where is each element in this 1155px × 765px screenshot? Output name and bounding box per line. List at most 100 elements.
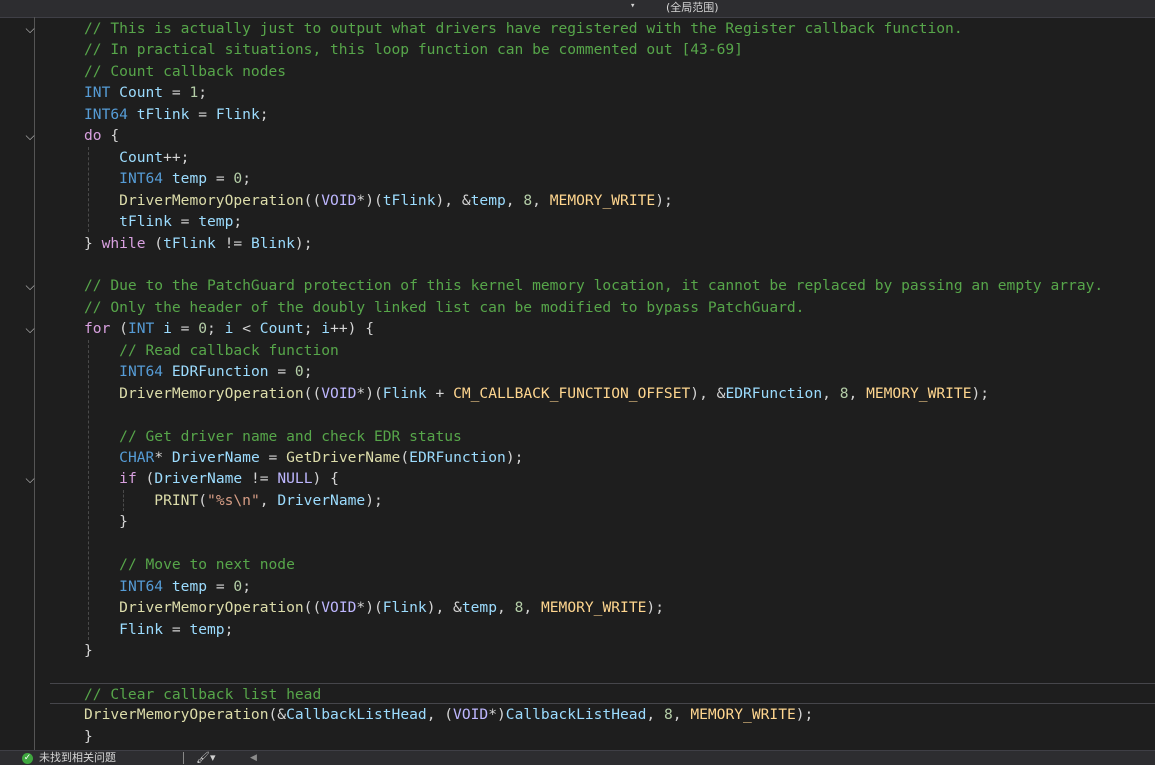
code-token: = bbox=[207, 170, 234, 188]
code-line[interactable]: // In practical situations, this loop fu… bbox=[0, 39, 1155, 60]
code-token: = bbox=[207, 577, 234, 595]
code-token: INT bbox=[127, 320, 155, 338]
code-token: 8 bbox=[523, 191, 533, 209]
code-token: // Only the header of the doubly linked … bbox=[84, 298, 805, 316]
code-text: // Only the header of the doubly linked … bbox=[84, 297, 804, 318]
code-text: } bbox=[84, 511, 128, 532]
code-line[interactable]: tFlink = temp; bbox=[0, 211, 1155, 232]
code-token: INT64 bbox=[84, 105, 128, 123]
code-line[interactable]: Flink = temp; bbox=[0, 619, 1155, 640]
code-token: , bbox=[646, 706, 664, 724]
code-line[interactable]: // Move to next node bbox=[0, 554, 1155, 575]
code-text: INT64 EDRFunction = 0; bbox=[84, 361, 313, 382]
code-token: DriverName bbox=[277, 491, 366, 509]
code-line[interactable]: INT64 tFlink = Flink; bbox=[0, 104, 1155, 125]
code-token: ; bbox=[303, 320, 322, 338]
code-line[interactable]: } bbox=[0, 726, 1155, 747]
code-line[interactable] bbox=[0, 254, 1155, 275]
code-text: INT64 temp = 0; bbox=[84, 168, 251, 189]
code-token: ; bbox=[198, 84, 208, 102]
code-line[interactable]: DriverMemoryOperation((VOID*)(tFlink), &… bbox=[0, 190, 1155, 211]
code-token: for bbox=[84, 320, 111, 338]
code-token: 0 bbox=[233, 577, 243, 595]
code-line[interactable]: if (DriverName != NULL) { bbox=[0, 468, 1155, 489]
code-line[interactable]: } bbox=[0, 640, 1155, 661]
code-token: // Move to next node bbox=[119, 556, 295, 574]
code-token: , bbox=[259, 491, 278, 509]
chevron-down-icon[interactable]: ▾ bbox=[630, 1, 635, 11]
code-token: CHAR bbox=[119, 449, 155, 466]
indent-guide bbox=[88, 146, 89, 233]
code-token: , ( bbox=[426, 706, 454, 724]
fold-toggle-icon[interactable]: ⌵ bbox=[23, 129, 37, 143]
code-line[interactable]: INT64 EDRFunction = 0; bbox=[0, 361, 1155, 382]
issues-status[interactable]: 未找到相关问题 bbox=[39, 751, 116, 765]
code-token: DriverMemoryOperation bbox=[119, 191, 304, 209]
code-line[interactable] bbox=[0, 533, 1155, 554]
code-token: MEMORY_WRITE bbox=[540, 599, 647, 617]
code-token: ; bbox=[303, 363, 313, 381]
code-line[interactable]: Count++; bbox=[0, 147, 1155, 168]
code-token: = bbox=[189, 105, 216, 123]
fold-toggle-icon[interactable]: ⌵ bbox=[23, 322, 37, 336]
code-token: // In practical situations, this loop fu… bbox=[84, 41, 743, 59]
code-line[interactable]: INT64 temp = 0; bbox=[0, 168, 1155, 189]
code-line[interactable]: // Read callback function bbox=[0, 340, 1155, 361]
code-text: Flink = temp; bbox=[84, 619, 233, 640]
code-line[interactable]: // Clear callback list head bbox=[50, 682, 1155, 705]
code-line[interactable]: INT Count = 1; bbox=[0, 82, 1155, 103]
code-line[interactable] bbox=[0, 404, 1155, 425]
code-token: VOID bbox=[321, 384, 357, 402]
brush-icon[interactable]: 🖌▾ bbox=[196, 751, 216, 765]
code-token: // This is actually just to output what … bbox=[84, 20, 963, 37]
code-line[interactable]: PRINT("%s\n", DriverName); bbox=[0, 490, 1155, 511]
code-token: , bbox=[848, 384, 867, 402]
fold-toggle-icon[interactable]: ⌵ bbox=[23, 472, 37, 486]
code-line[interactable]: // Due to the PatchGuard protection of t… bbox=[0, 275, 1155, 296]
code-token: EDRFunction bbox=[409, 449, 506, 466]
code-token: VOID bbox=[321, 191, 357, 209]
code-token: ); bbox=[294, 234, 313, 252]
code-token: } bbox=[84, 642, 93, 660]
code-line[interactable]: } while (tFlink != Blink); bbox=[0, 233, 1155, 254]
code-line[interactable]: DriverMemoryOperation((VOID*)(Flink), &t… bbox=[0, 597, 1155, 618]
code-line[interactable]: for (INT i = 0; i < Count; i++) { bbox=[0, 318, 1155, 339]
code-line[interactable]: DriverMemoryOperation((VOID*)(Flink + CM… bbox=[0, 383, 1155, 404]
code-line[interactable]: // Only the header of the doubly linked … bbox=[0, 297, 1155, 318]
code-token: EDRFunction bbox=[171, 363, 269, 381]
code-line[interactable]: // Count callback nodes bbox=[0, 61, 1155, 82]
code-line[interactable]: INT64 temp = 0; bbox=[0, 576, 1155, 597]
code-line[interactable]: } bbox=[0, 511, 1155, 532]
code-token: "%s\n" bbox=[207, 491, 260, 509]
code-token: if bbox=[119, 470, 137, 488]
code-token: + bbox=[426, 384, 454, 402]
code-token: , bbox=[523, 599, 541, 617]
code-line[interactable]: CHAR* DriverName = GetDriverName(EDRFunc… bbox=[0, 447, 1155, 468]
code-token: ; bbox=[259, 105, 269, 123]
code-text: // Read callback function bbox=[84, 340, 339, 361]
code-text: // Clear callback list head bbox=[84, 684, 321, 705]
code-token: = bbox=[171, 320, 199, 338]
code-line[interactable]: // Get driver name and check EDR status bbox=[0, 426, 1155, 447]
fold-toggle-icon[interactable]: ⌵ bbox=[23, 279, 37, 293]
chevron-left-icon[interactable]: ◀ bbox=[250, 751, 257, 765]
code-token: Blink bbox=[250, 234, 295, 252]
code-line[interactable] bbox=[0, 662, 1155, 683]
code-token: ++; bbox=[163, 148, 190, 166]
code-line[interactable]: DriverMemoryOperation(&CallbackListHead,… bbox=[0, 704, 1155, 725]
code-token: GetDriverName bbox=[286, 449, 401, 466]
code-text: // Move to next node bbox=[84, 554, 295, 575]
code-line[interactable]: do { bbox=[0, 125, 1155, 146]
code-line[interactable]: // This is actually just to output what … bbox=[0, 18, 1155, 39]
scope-dropdown[interactable]: (全局范围) bbox=[666, 0, 719, 15]
code-token: ); bbox=[505, 449, 524, 466]
fold-toggle-icon[interactable]: ⌵ bbox=[23, 22, 37, 36]
code-text: DriverMemoryOperation((VOID*)(Flink), &t… bbox=[84, 597, 664, 618]
code-editor[interactable]: // This is actually just to output what … bbox=[0, 17, 1155, 750]
